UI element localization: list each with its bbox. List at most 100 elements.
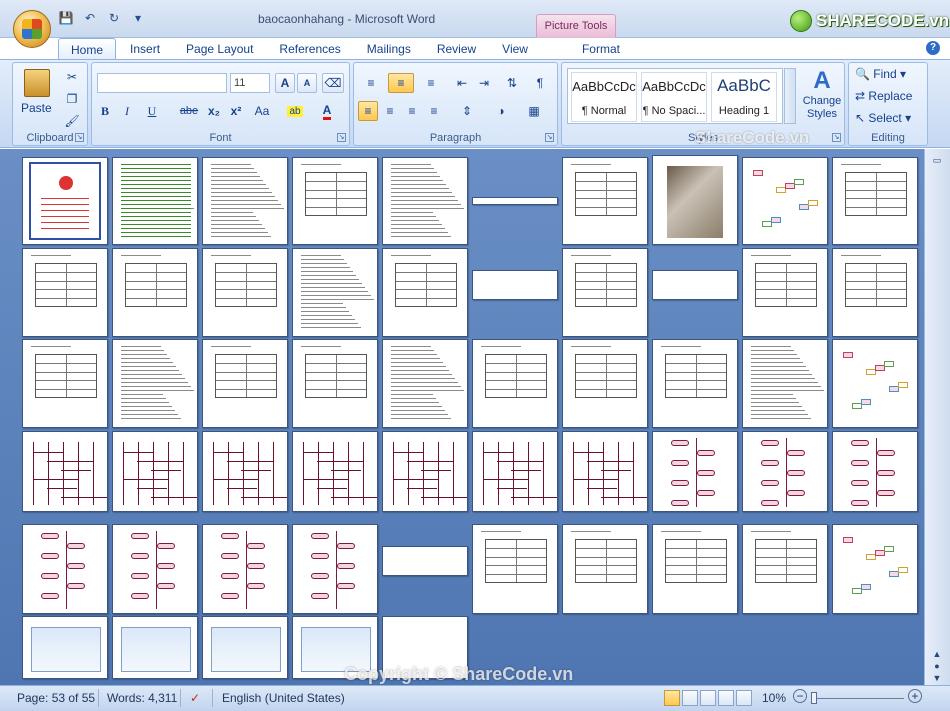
font-name-input[interactable]: [97, 73, 227, 93]
page-thumbnail[interactable]: [472, 524, 558, 614]
page-thumbnail[interactable]: [22, 524, 108, 614]
bullets-icon[interactable]: ≡: [358, 73, 384, 93]
page-thumbnail[interactable]: [292, 248, 378, 337]
page-thumbnail[interactable]: [202, 248, 288, 337]
page-thumbnail[interactable]: [382, 546, 468, 576]
page-thumbnail[interactable]: [22, 248, 108, 337]
align-left-icon[interactable]: ≡: [358, 101, 378, 121]
vertical-scrollbar[interactable]: ▭ ▲ ● ▼: [924, 149, 950, 685]
page-thumbnail[interactable]: [472, 270, 558, 300]
cut-icon[interactable]: ✂: [63, 67, 81, 87]
page-thumbnail[interactable]: [742, 339, 828, 428]
clear-formatting-icon[interactable]: ⌫: [322, 73, 344, 93]
page-thumbnail[interactable]: [112, 524, 198, 614]
page-thumbnail[interactable]: [742, 524, 828, 614]
page-thumbnail[interactable]: [382, 248, 468, 337]
page-thumbnail[interactable]: [472, 339, 558, 428]
shading-icon[interactable]: ◑: [488, 101, 514, 121]
redo-icon[interactable]: ↻: [106, 11, 122, 25]
page-thumbnail[interactable]: [22, 431, 108, 512]
page-thumbnail[interactable]: [832, 339, 918, 428]
page-thumbnail[interactable]: [112, 431, 198, 512]
office-button[interactable]: [13, 10, 51, 48]
word-count[interactable]: Words: 4,311: [107, 691, 177, 705]
page-thumbnail[interactable]: [292, 431, 378, 512]
page-thumbnail[interactable]: [22, 339, 108, 428]
page-thumbnail[interactable]: [562, 157, 648, 245]
grow-font-button[interactable]: A: [275, 73, 295, 93]
page-thumbnail[interactable]: [382, 157, 468, 245]
style-no-spacing[interactable]: AaBbCcDc ¶ No Spaci...: [641, 72, 707, 122]
zoom-out-icon[interactable]: −: [793, 689, 807, 703]
page-thumbnail[interactable]: [22, 616, 108, 679]
multilevel-list-icon[interactable]: ≡: [418, 73, 444, 93]
zoom-slider-thumb[interactable]: [811, 692, 817, 704]
page-thumbnail[interactable]: [112, 339, 198, 428]
borders-icon[interactable]: ▦: [520, 101, 548, 121]
shrink-font-button[interactable]: A: [297, 73, 317, 93]
increase-indent-icon[interactable]: ⇥: [474, 73, 494, 93]
page-thumbnail[interactable]: [202, 431, 288, 512]
tab-insert[interactable]: Insert: [118, 38, 172, 60]
page-thumbnail[interactable]: [832, 524, 918, 614]
tab-view[interactable]: View: [490, 38, 540, 60]
change-styles-button[interactable]: A Change Styles: [800, 67, 844, 129]
line-spacing-icon[interactable]: ⇕: [454, 101, 480, 121]
tab-format[interactable]: Format: [570, 38, 632, 60]
page-thumbnail[interactable]: [652, 270, 738, 300]
italic-button[interactable]: I: [118, 101, 136, 121]
page-thumbnail[interactable]: [292, 339, 378, 428]
page-thumbnail[interactable]: [292, 524, 378, 614]
page-thumbnail[interactable]: [742, 248, 828, 337]
page-thumbnail[interactable]: [742, 431, 828, 512]
select-button[interactable]: ↖ Select ▾: [855, 111, 911, 129]
show-hide-marks-icon[interactable]: ¶: [530, 73, 550, 93]
page-thumbnail[interactable]: [202, 157, 288, 245]
styles-launcher-icon[interactable]: ↘: [832, 133, 841, 142]
style-heading-1[interactable]: AaBbC Heading 1: [711, 72, 777, 122]
change-case-button[interactable]: Aa: [248, 101, 276, 121]
page-thumbnail[interactable]: [562, 431, 648, 512]
find-button[interactable]: 🔍 Find ▾: [855, 67, 906, 85]
page-indicator[interactable]: Page: 53 of 55: [17, 691, 95, 705]
page-thumbnail[interactable]: [382, 431, 468, 512]
page-thumbnail[interactable]: [832, 431, 918, 512]
align-right-icon[interactable]: ≡: [402, 101, 422, 121]
page-thumbnail[interactable]: [652, 339, 738, 428]
page-thumbnail[interactable]: [832, 248, 918, 337]
underline-button[interactable]: U: [140, 101, 164, 121]
align-center-icon[interactable]: ≡: [380, 101, 400, 121]
page-thumbnail[interactable]: [832, 157, 918, 245]
help-icon[interactable]: ?: [926, 41, 940, 55]
page-thumbnail[interactable]: [472, 197, 558, 205]
page-thumbnail[interactable]: [652, 155, 738, 245]
page-thumbnail[interactable]: [472, 431, 558, 512]
previous-page-icon[interactable]: ▲: [930, 649, 944, 661]
paragraph-launcher-icon[interactable]: ↘: [545, 133, 554, 142]
highlight-color-icon[interactable]: ab: [282, 101, 308, 121]
tab-page-layout[interactable]: Page Layout: [174, 38, 265, 60]
draft-view-icon[interactable]: [736, 690, 752, 706]
styles-gallery-scroll[interactable]: [784, 68, 796, 124]
numbering-icon[interactable]: ≡: [388, 73, 414, 93]
sort-icon[interactable]: ⇅: [502, 73, 522, 93]
justify-icon[interactable]: ≡: [424, 101, 444, 121]
page-thumbnail[interactable]: [112, 616, 198, 679]
full-screen-reading-view-icon[interactable]: [682, 690, 698, 706]
tab-review[interactable]: Review: [425, 38, 488, 60]
style-normal[interactable]: AaBbCcDc ¶ Normal: [571, 72, 637, 122]
print-layout-view-icon[interactable]: [664, 690, 680, 706]
next-page-icon[interactable]: ▼: [930, 673, 944, 685]
page-thumbnail[interactable]: [292, 157, 378, 245]
zoom-level[interactable]: 10%: [762, 691, 786, 705]
customize-qat-icon[interactable]: ▾: [130, 11, 146, 25]
ruler-toggle-icon[interactable]: ▭: [930, 155, 944, 167]
zoom-in-icon[interactable]: +: [908, 689, 922, 703]
subscript-button[interactable]: x₂: [204, 101, 224, 121]
web-layout-view-icon[interactable]: [700, 690, 716, 706]
page-thumbnail[interactable]: [202, 339, 288, 428]
page-thumbnail[interactable]: [652, 431, 738, 512]
paste-button[interactable]: Paste: [21, 67, 55, 117]
font-size-input[interactable]: 11: [230, 73, 270, 93]
page-thumbnail[interactable]: [742, 157, 828, 245]
